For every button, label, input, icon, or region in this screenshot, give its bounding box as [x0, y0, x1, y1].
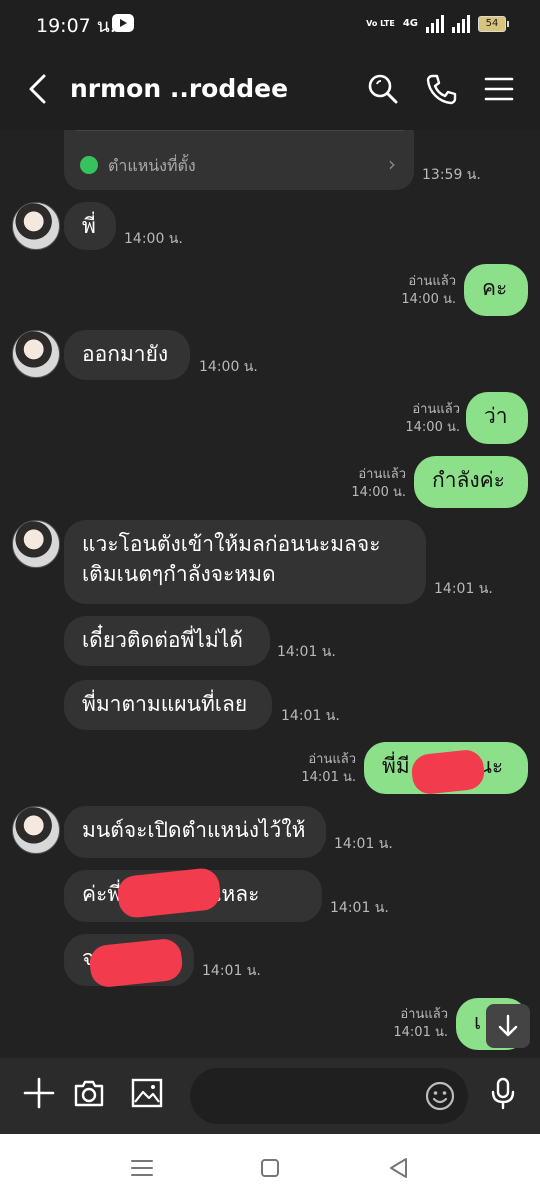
back-icon[interactable] [382, 1152, 414, 1184]
emoji-icon[interactable] [424, 1080, 456, 1112]
message-input-bar [0, 1058, 540, 1134]
image-icon[interactable] [130, 1076, 164, 1110]
read-receipt: อ่านแล้ว 14:00 น. [401, 274, 456, 307]
avatar[interactable] [12, 330, 60, 378]
message-time: 14:00 น. [199, 359, 258, 375]
home-icon[interactable] [254, 1152, 286, 1184]
signal-icon [426, 15, 444, 33]
divider [76, 130, 404, 131]
message-time: 14:01 น. [202, 963, 261, 979]
avatar[interactable] [12, 806, 60, 854]
phone-icon[interactable] [424, 72, 458, 106]
arrow-down-icon [498, 1014, 518, 1037]
signal-icon-2 [452, 15, 470, 33]
battery-icon: 54 [478, 16, 509, 32]
read-receipt: อ่านแล้ว 14:00 น. [351, 467, 406, 500]
avatar[interactable] [12, 202, 60, 250]
scroll-to-bottom-button[interactable] [486, 1004, 530, 1048]
incoming-message[interactable]: พี่ [64, 202, 116, 250]
plus-icon[interactable] [22, 1076, 56, 1110]
message-text-start: พี่มี [382, 754, 410, 778]
recent-apps-icon[interactable] [126, 1152, 158, 1184]
message-line: เติมเนตๆกำลังจะหมด [82, 562, 276, 586]
status-time: 19:07 น. [36, 15, 116, 37]
chevron-right-icon: › [388, 152, 396, 176]
microphone-icon[interactable] [486, 1076, 520, 1110]
message-time: 14:01 น. [281, 708, 340, 724]
message-line: แวะโอนตังเข้าให้มลก่อนนะมลจะ [82, 532, 381, 556]
location-pin-icon [80, 156, 98, 174]
message-time: 14:01 น. [434, 581, 493, 597]
camera-icon[interactable] [72, 1076, 106, 1110]
incoming-message[interactable]: พี่มาตามแผนที่เลย [64, 680, 272, 730]
incoming-message[interactable]: ออกมายัง [64, 330, 190, 380]
status-bar: 19:07 น. Vo LTE 4G 54 [0, 0, 540, 48]
network-type: 4G [402, 18, 418, 29]
back-arrow-icon[interactable] [22, 72, 56, 106]
avatar[interactable] [12, 520, 60, 568]
incoming-message[interactable]: เดี๋ยวติดต่อพี่ไม่ได้ [64, 616, 270, 666]
message-text-start: ค่ะพี่ [82, 882, 122, 906]
location-label: ตำแหน่งที่ตั้ง [108, 156, 196, 175]
read-receipt: อ่านแล้ว 14:01 น. [393, 1007, 448, 1040]
incoming-message[interactable]: มนต์จะเปิดตำแหน่งไว้ให้ [64, 806, 326, 858]
message-time: 14:01 น. [277, 644, 336, 660]
incoming-message[interactable]: แวะโอนตังเข้าให้มลก่อนนะมลจะ เติมเนตๆกำล… [64, 520, 426, 604]
message-time: 14:01 น. [334, 836, 393, 852]
hamburger-icon[interactable] [482, 72, 516, 106]
read-receipt: อ่านแล้ว 14:00 น. [405, 402, 460, 435]
outgoing-message[interactable]: กำลังค่ะ [414, 456, 528, 508]
system-navigation-bar [0, 1134, 540, 1200]
message-input[interactable] [190, 1068, 468, 1124]
volte-icon: Vo LTE [366, 19, 395, 28]
message-time: 14:01 น. [330, 900, 389, 916]
outgoing-message[interactable]: ว่า [466, 392, 528, 444]
notification-app-icon [112, 14, 134, 32]
message-time: 14:00 น. [124, 231, 183, 247]
status-icons: Vo LTE 4G 54 [366, 13, 509, 35]
location-message[interactable]: ตำแหน่งที่ตั้ง › [64, 130, 414, 190]
outgoing-message[interactable]: คะ [464, 264, 528, 316]
message-time: 13:59 น. [422, 167, 481, 183]
chat-header: nrmon ..roddee [0, 48, 540, 130]
search-icon[interactable] [366, 72, 400, 106]
chat-area[interactable]: ตำแหน่งที่ตั้ง › 13:59 น. พี่ 14:00 น. อ… [0, 130, 540, 1058]
chat-title[interactable]: nrmon ..roddee [70, 74, 288, 103]
read-receipt: อ่านแล้ว 14:01 น. [301, 752, 356, 785]
